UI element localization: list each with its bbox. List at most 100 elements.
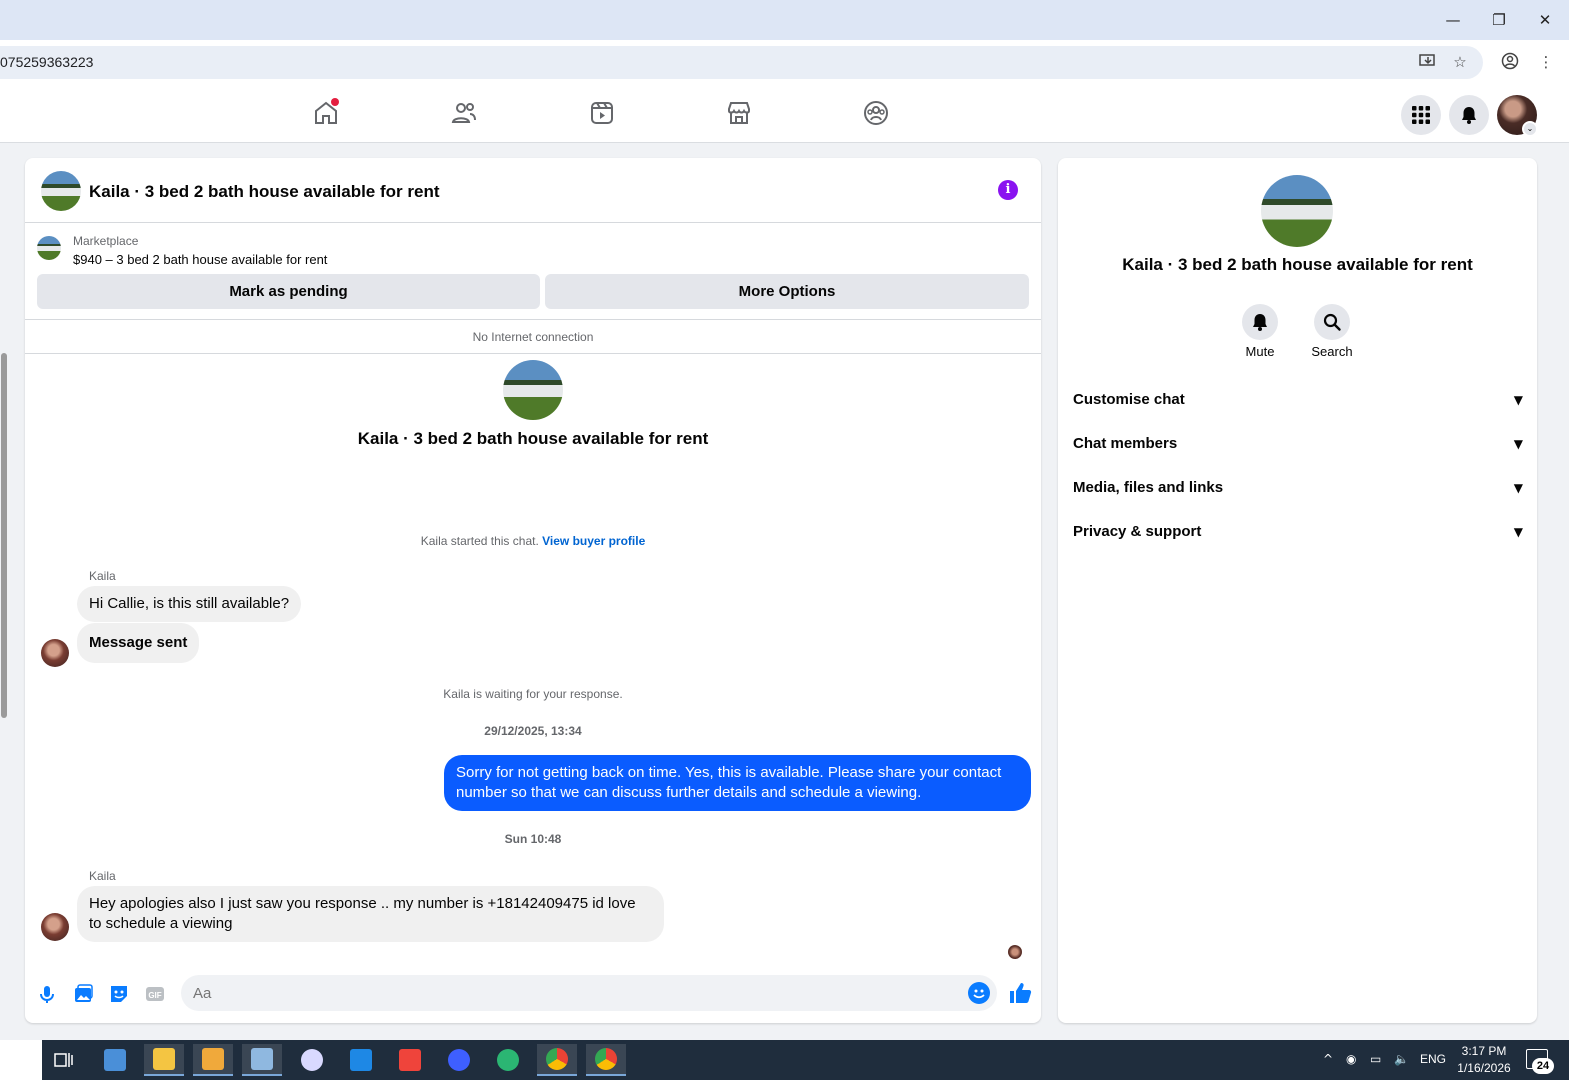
control-panel-icon[interactable] (95, 1044, 135, 1076)
clock[interactable]: 3:17 PM 1/16/2026 (1452, 1043, 1516, 1077)
microphone-icon[interactable] (36, 983, 58, 1005)
timestamp: Sun 10:48 (504, 832, 562, 846)
media-files-links-section[interactable]: Media, files and links ▼ (1073, 470, 1523, 506)
notifications-bell-icon[interactable] (1449, 95, 1489, 135)
sender-avatar[interactable] (41, 639, 69, 667)
notification-dot (331, 98, 339, 106)
sticker-icon[interactable] (108, 983, 130, 1005)
section-label: Media, files and links (1073, 479, 1224, 496)
facebook-nav-bar (0, 86, 1569, 143)
sender-avatar[interactable] (41, 913, 69, 941)
divider (25, 353, 1041, 354)
notepad-icon[interactable] (242, 1044, 282, 1076)
clock-time: 3:17 PM (1461, 1044, 1507, 1058)
snipping-tool-icon[interactable] (292, 1044, 332, 1076)
panel-title: Kaila · 3 bed 2 bath house available for… (1122, 255, 1473, 274)
url-field[interactable]: 075259363223 (0, 46, 1483, 79)
message-input[interactable] (193, 975, 953, 1011)
anydesk-icon[interactable] (390, 1044, 430, 1076)
chevron-down-icon[interactable]: ⌄ (1522, 121, 1538, 137)
section-label: Customise chat (1073, 391, 1185, 408)
task-view-icon[interactable] (44, 1044, 84, 1076)
privacy-support-section[interactable]: Privacy & support ▼ (1073, 514, 1523, 550)
chat-members-section[interactable]: Chat members ▼ (1073, 426, 1523, 462)
incoming-message[interactable]: Message sent (77, 623, 200, 663)
chrome-icon[interactable] (537, 1044, 577, 1076)
chevron-down-icon: ▼ (1513, 393, 1523, 407)
photo-icon[interactable] (72, 983, 94, 1005)
windows-taskbar: ^ ◉ ▭ 🔈 ENG 3:17 PM 1/16/2026 24 (0, 1040, 1569, 1080)
notification-count-badge: 24 (1532, 1058, 1554, 1074)
edge-icon[interactable] (488, 1044, 528, 1076)
search-button[interactable] (1314, 304, 1350, 340)
view-buyer-profile-link[interactable]: View buyer profile (542, 534, 645, 548)
mark-as-pending-button[interactable]: Mark as pending (37, 274, 540, 309)
close-window-button[interactable]: ✕ (1533, 8, 1557, 32)
chevron-down-icon: ▼ (1513, 437, 1523, 451)
store-icon[interactable] (193, 1044, 233, 1076)
gif-icon[interactable]: GIF (144, 983, 166, 1005)
edge-tray-icon[interactable]: ◉ (1346, 1052, 1356, 1066)
connection-notice: No Internet connection (472, 330, 594, 344)
incoming-message[interactable]: Hey apologies also I just saw you respon… (77, 886, 664, 942)
mute-button[interactable] (1242, 304, 1278, 340)
install-app-icon[interactable] (1418, 52, 1438, 72)
conversation-title: Kaila · 3 bed 2 bath house available for… (357, 429, 709, 448)
chrome-profile-icon[interactable] (586, 1044, 626, 1076)
chat-avatar[interactable] (41, 171, 81, 211)
friends-icon[interactable] (449, 98, 479, 128)
start-area[interactable] (0, 1040, 42, 1080)
seen-indicator-avatar (1008, 945, 1022, 959)
home-icon[interactable] (311, 98, 341, 128)
marketplace-icon[interactable] (724, 98, 754, 128)
language-indicator[interactable]: ENG (1420, 1052, 1446, 1066)
divider (25, 222, 1041, 223)
outgoing-message[interactable]: Sorry for not getting back on time. Yes,… (444, 755, 1031, 811)
chevron-down-icon: ▼ (1513, 481, 1523, 495)
minimize-button[interactable]: — (1441, 8, 1465, 32)
network-icon[interactable]: ▭ (1370, 1052, 1381, 1066)
timestamp: 29/12/2025, 13:34 (484, 724, 582, 738)
chat-info-panel: Kaila · 3 bed 2 bath house available for… (1058, 158, 1537, 1023)
menu-grid-icon[interactable] (1401, 95, 1441, 135)
clock-date: 1/16/2026 (1457, 1061, 1511, 1075)
divider (25, 319, 1041, 320)
profile-icon[interactable] (1500, 52, 1520, 72)
mail-icon[interactable] (341, 1044, 381, 1076)
volume-icon[interactable]: 🔈 (1394, 1052, 1409, 1066)
url-text: 075259363223 (0, 54, 94, 70)
panel-avatar[interactable] (1261, 175, 1333, 247)
address-bar-row: 075259363223 ☆ ⋮ (0, 40, 1569, 86)
browser-title-bar: — ❐ ✕ (0, 0, 1569, 40)
bookmark-star-icon[interactable]: ☆ (1450, 52, 1470, 72)
file-explorer-icon[interactable] (144, 1044, 184, 1076)
marketplace-label: Marketplace (73, 234, 139, 248)
more-options-button[interactable]: More Options (545, 274, 1029, 309)
conversation-avatar (503, 360, 563, 420)
scrollbar-thumb[interactable] (1, 353, 7, 718)
nordvpn-icon[interactable] (439, 1044, 479, 1076)
groups-icon[interactable] (861, 98, 891, 128)
customise-chat-section[interactable]: Customise chat ▼ (1073, 382, 1523, 418)
mute-label: Mute (1245, 344, 1275, 359)
tray-chevron-icon[interactable]: ^ (1323, 1052, 1333, 1066)
chat-window: Kaila · 3 bed 2 bath house available for… (25, 158, 1041, 1023)
listing-thumbnail[interactable] (37, 236, 61, 260)
chat-started-notice: Kaila started this chat. View buyer prof… (25, 534, 1041, 548)
browser-menu-icon[interactable]: ⋮ (1536, 52, 1556, 72)
message-composer[interactable] (181, 975, 997, 1011)
video-icon[interactable] (587, 98, 617, 128)
emoji-icon[interactable] (968, 982, 990, 1004)
restore-button[interactable]: ❐ (1487, 8, 1511, 32)
waiting-notice: Kaila is waiting for your response. (443, 687, 623, 701)
page-scrollbar[interactable] (1554, 88, 1569, 1040)
like-icon[interactable] (1007, 980, 1033, 1006)
chat-title[interactable]: Kaila · 3 bed 2 bath house available for… (89, 182, 439, 202)
left-scrollbar[interactable] (0, 143, 9, 1040)
gif-label: GIF (148, 991, 161, 1000)
incoming-message[interactable]: Hi Callie, is this still available? (77, 586, 302, 622)
info-icon[interactable]: i (998, 180, 1018, 200)
listing-title[interactable]: $940 – 3 bed 2 bath house available for … (73, 252, 327, 267)
search-label: Search (1311, 344, 1353, 359)
sender-name: Kaila (89, 569, 116, 583)
